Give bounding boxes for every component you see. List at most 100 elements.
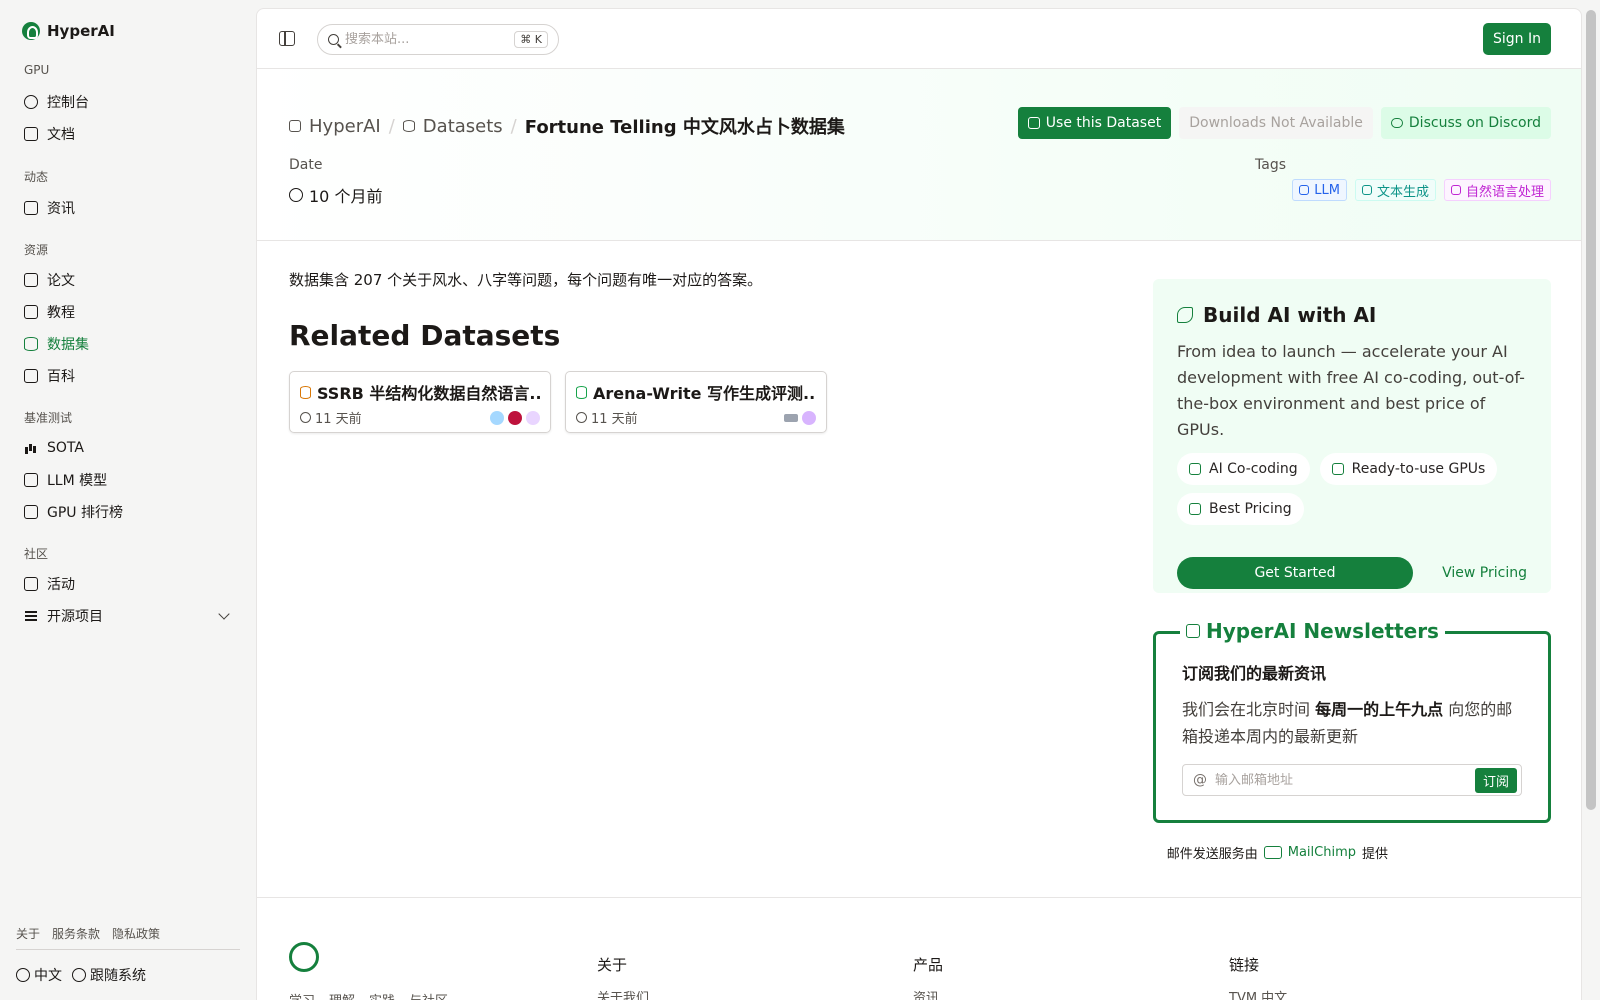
sidebar-item-console[interactable]: 控制台 — [24, 90, 232, 114]
newspaper-icon — [24, 201, 38, 215]
monitor-icon — [24, 505, 38, 519]
sidebar-item-papers[interactable]: 论文 — [24, 268, 232, 292]
sidebar-item-wiki[interactable]: 百科 — [24, 364, 232, 388]
footer-link[interactable]: 关于我们 — [597, 987, 649, 1000]
theme-switch[interactable]: 跟随系统 — [72, 965, 146, 985]
tags-label: Tags — [1255, 157, 1286, 173]
tag-icon — [1299, 185, 1310, 195]
related-dataset-card[interactable]: SSRB 半结构化数据自然语言... 11 天前 — [289, 371, 551, 433]
brand[interactable]: HyperAI — [22, 22, 115, 40]
breadcrumb-separator: / — [388, 115, 395, 137]
footer-tagline: 学习 理解 实践 与社区 — [289, 990, 448, 1000]
sidebar-settings: 中文 跟随系统 — [16, 965, 146, 985]
avatar — [508, 410, 522, 425]
related-dataset-card[interactable]: Arena-Write 写作生成评测... 11 天前 — [565, 371, 827, 433]
link-privacy[interactable]: 隐私政策 — [112, 925, 160, 942]
view-pricing-link[interactable]: View Pricing — [1442, 565, 1527, 581]
email-field-wrapper: @ 订阅 — [1182, 764, 1522, 796]
hyperai-logo-icon — [22, 22, 40, 40]
mail-credit: 邮件发送服务由 MailChimp 提供 — [1167, 843, 1388, 862]
credit-post: 提供 — [1361, 847, 1388, 862]
footer-link[interactable]: 资讯 — [913, 987, 943, 1000]
newsletter-text-pre: 我们会在北京时间 — [1182, 700, 1311, 719]
credit-pre: 邮件发送服务由 — [1166, 847, 1258, 862]
chip-icon — [24, 473, 38, 487]
sidebar-item-sota[interactable]: SOTA — [24, 436, 232, 460]
link-terms[interactable]: 服务条款 — [52, 925, 100, 942]
footer-link[interactable]: TVM 中文 — [1229, 987, 1287, 1000]
tag-llm[interactable]: LLM — [1292, 179, 1347, 201]
sidebar-item-docs[interactable]: 文档 — [24, 122, 232, 146]
database-icon — [402, 120, 415, 132]
sidebar-item-events[interactable]: 活动 — [24, 572, 232, 596]
list-icon — [24, 609, 38, 623]
chevron-down-icon[interactable] — [218, 608, 230, 620]
sidebar-item-gpu-leaderboard[interactable]: GPU 排行榜 — [24, 500, 232, 524]
sidebar-item-label: 百科 — [47, 369, 75, 385]
database-icon — [576, 385, 587, 399]
sidebar-footer-links: 关于 服务条款 隐私政策 — [16, 925, 160, 942]
sidebar-item-news[interactable]: 资讯 — [24, 196, 232, 220]
chip-label: Best Pricing — [1209, 501, 1292, 517]
sign-in-button[interactable]: Sign In — [1483, 23, 1551, 55]
sidebar-item-label: 文档 — [47, 127, 75, 143]
database-icon — [24, 337, 38, 351]
email-field[interactable] — [1215, 772, 1467, 788]
tag-label: LLM — [1314, 182, 1340, 198]
footer-col-title: 关于 — [597, 956, 628, 974]
topbar: ⌘ K Sign In — [257, 9, 1581, 69]
use-dataset-button[interactable]: Use this Dataset — [1017, 107, 1172, 139]
sidebar-item-tutorials[interactable]: 教程 — [24, 300, 232, 324]
section-title-news: 动态 — [24, 170, 49, 184]
date-text: 10 个月前 — [309, 187, 383, 206]
card-time: 11 天前 — [591, 412, 638, 427]
clock-icon — [576, 412, 587, 423]
card-time: 11 天前 — [315, 412, 362, 427]
sidebar-item-llm-models[interactable]: LLM 模型 — [24, 468, 232, 492]
sidebar-item-label: 控制台 — [47, 95, 89, 111]
breadcrumb-separator: / — [510, 115, 517, 137]
section-title-gpu: GPU — [24, 63, 50, 77]
breadcrumb-datasets[interactable]: Datasets — [423, 116, 503, 137]
discord-button[interactable]: Discuss on Discord — [1380, 107, 1551, 139]
section-title-community: 社区 — [24, 547, 49, 561]
paper-icon — [24, 273, 38, 287]
footer: 学习 理解 实践 与社区 关于 关于我们 产品 资讯 链接 TVM 中文 — [257, 897, 1581, 1000]
book-icon — [24, 127, 38, 141]
downloads-button[interactable]: Downloads Not Available — [1179, 107, 1373, 139]
divider — [16, 949, 240, 950]
globe-icon — [16, 968, 30, 982]
notebook-icon — [24, 305, 38, 319]
theme-icon — [72, 968, 86, 982]
search-box[interactable]: ⌘ K — [317, 24, 559, 55]
newsletter-text-bold: 每周一的上午九点 — [1315, 700, 1444, 719]
discord-label: Discuss on Discord — [1408, 115, 1541, 131]
footer-col-title: 产品 — [913, 956, 944, 974]
link-about[interactable]: 关于 — [16, 925, 40, 942]
avatar — [784, 413, 798, 422]
breadcrumb-home[interactable]: HyperAI — [309, 116, 381, 137]
clock-icon — [300, 412, 311, 423]
at-icon: @ — [1193, 772, 1207, 788]
get-started-button[interactable]: Get Started — [1177, 557, 1413, 589]
tag-text-generation[interactable]: 文本生成 — [1354, 179, 1436, 201]
subscribe-button[interactable]: 订阅 — [1474, 767, 1517, 793]
promo-title-text: Build AI with AI — [1203, 303, 1377, 327]
tag-nlp[interactable]: 自然语言处理 — [1443, 179, 1551, 201]
sidebar-toggle-icon[interactable] — [279, 31, 295, 46]
sidebar-item-datasets[interactable]: 数据集 — [24, 332, 232, 356]
date-label: Date — [289, 157, 323, 173]
scrollbar[interactable] — [1586, 10, 1596, 810]
newsletter-heading: 订阅我们的最新资讯 — [1182, 664, 1327, 683]
mailchimp-link[interactable]: MailChimp — [1288, 845, 1356, 860]
language-switch[interactable]: 中文 — [16, 965, 62, 985]
tagline-item: 实践 — [369, 990, 395, 1000]
newsletter-title: HyperAI Newsletters — [1180, 619, 1445, 643]
sidebar-item-open-source[interactable]: 开源项目 — [24, 604, 232, 628]
chip-gpus: Ready-to-use GPUs — [1319, 453, 1498, 485]
mail-icon — [1263, 846, 1282, 859]
card-title: Arena-Write 写作生成评测... — [593, 384, 816, 403]
newsletter-text: 我们会在北京时间 每周一的上午九点 向您的邮箱投递本周内的最新更新 — [1182, 696, 1522, 750]
search-input[interactable] — [345, 32, 505, 47]
dataset-header: HyperAI / Datasets / Fortune Telling 中文风… — [257, 69, 1581, 241]
